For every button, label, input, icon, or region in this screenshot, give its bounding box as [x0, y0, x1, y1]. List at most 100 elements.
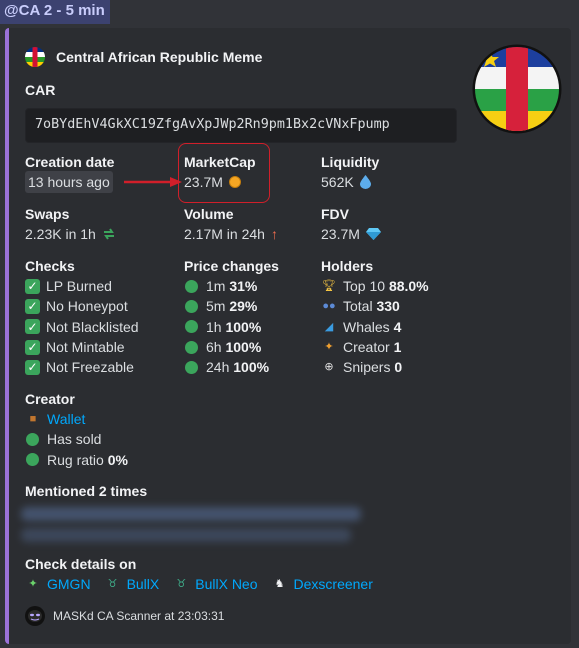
channel-tag[interactable]: @CA 2 - 5 min — [0, 0, 110, 24]
token-embed: Central African Republic Meme CAR 7oBYdE… — [5, 28, 571, 644]
creation-date-value: 13 hours ago — [25, 171, 113, 193]
creation-date-label: Creation date — [25, 154, 115, 170]
holder-stat-name: Total — [343, 298, 373, 315]
car-flag-thumbnail — [472, 44, 562, 134]
green-circle-icon — [26, 453, 39, 467]
checkmark-icon: ✓ — [25, 359, 40, 375]
bullx-neo-link[interactable]: BullX Neo — [195, 574, 257, 594]
mentioned-label: Mentioned 2 times — [25, 483, 148, 499]
price-changes-field: Price changes 1m 31% 5m 29% 1h 100% 6h 1… — [184, 256, 279, 377]
briefcase-icon: ■ — [29, 413, 37, 425]
holders-label: Holders — [321, 258, 374, 274]
diamond-icon — [365, 228, 381, 240]
swaps-value: 2.23K in 1h — [25, 226, 96, 242]
sniper-icon: ⊕ — [324, 361, 334, 374]
price-change-value: 31% — [229, 278, 258, 294]
checkmark-icon: ✓ — [25, 278, 40, 294]
price-change-value: 100% — [225, 318, 262, 335]
price-change-value: 100% — [225, 338, 262, 355]
up-arrow-icon: ↑ — [270, 226, 278, 242]
green-circle-icon — [185, 279, 198, 293]
has-sold-text: Has sold — [47, 431, 102, 448]
price-changes-label: Price changes — [184, 258, 279, 274]
check-details-label: Check details on — [25, 556, 137, 572]
swap-arrows-icon — [102, 227, 116, 241]
check-item: Not Blacklisted — [46, 318, 139, 335]
bullx-link[interactable]: BullX — [127, 574, 160, 594]
price-period: 1m — [206, 278, 226, 294]
dexscreener-icon: ♞ — [274, 578, 285, 590]
volume-field: Volume 2.17M in 24h ↑ — [184, 204, 278, 244]
liquidity-field: Liquidity 562K — [321, 152, 379, 192]
creation-date-field: Creation date 13 hours ago — [25, 152, 115, 193]
car-flag-icon — [25, 47, 45, 67]
check-item: Not Mintable — [46, 338, 125, 355]
liquidity-label: Liquidity — [321, 154, 380, 170]
holder-stat-name: Creator — [343, 338, 390, 355]
green-circle-icon — [185, 320, 198, 334]
check-item: LP Burned — [46, 278, 112, 294]
checks-label: Checks — [25, 258, 75, 274]
bullx-icon: ♉︎ — [107, 578, 118, 590]
embed-author: Central African Republic Meme — [25, 47, 262, 67]
holder-stat-value: 4 — [393, 318, 402, 335]
volume-label: Volume — [184, 206, 234, 222]
mentioned-field: Mentioned 2 times — [25, 481, 147, 501]
author-name[interactable]: Central African Republic Meme — [56, 49, 262, 65]
holder-stat-value: 0 — [394, 359, 403, 376]
bullx-neo-icon: ♉︎ — [176, 578, 187, 590]
dexscreener-link[interactable]: Dexscreener — [294, 574, 373, 594]
whale-icon: ◢ — [324, 320, 334, 333]
checkmark-icon: ✓ — [25, 319, 40, 335]
embed-footer: MASKd CA Scanner at 23:03:31 — [25, 606, 224, 626]
holders-field: Holders 🏆︎ Top 10 88.0% ●● Total 330 ◢ Whal… — [321, 256, 429, 377]
holder-stat-name: Top 10 — [343, 278, 386, 294]
fdv-field: FDV 23.7M — [321, 204, 381, 244]
mask-icon — [25, 606, 45, 626]
rug-ratio-value: 0% — [107, 451, 128, 468]
blurred-mentions — [21, 528, 351, 542]
check-item: Not Freezable — [46, 359, 134, 376]
swaps-field: Swaps 2.23K in 1h — [25, 204, 116, 244]
price-period: 5m — [206, 298, 226, 315]
liquidity-value: 562K — [321, 174, 354, 190]
contract-address-code[interactable]: 7oBYdEhV4GkXC19ZfgAvXpJWp2Rn9pm1Bx2cVNxF… — [25, 108, 457, 143]
fdv-label: FDV — [321, 206, 349, 222]
green-circle-icon — [185, 360, 198, 374]
red-arrow-annotation — [124, 177, 182, 187]
green-circle-icon — [185, 299, 198, 313]
people-icon: ●● — [322, 300, 336, 313]
green-circle-icon — [185, 340, 198, 354]
creator-icon: ✦ — [324, 340, 334, 353]
price-period: 6h — [206, 338, 222, 355]
volume-value: 2.17M in 24h — [184, 226, 265, 242]
wallet-link[interactable]: Wallet — [47, 409, 85, 429]
price-change-value: 100% — [233, 359, 270, 376]
holder-stat-name: Snipers — [343, 359, 391, 376]
price-period: 24h — [206, 359, 230, 376]
check-details-field: Check details on ✦ GMGN ♉︎ BullX ♉︎ BullX N… — [25, 554, 387, 594]
holder-stat-name: Whales — [343, 318, 390, 335]
holder-stat-value: 1 — [393, 338, 402, 355]
blurred-mentions — [21, 507, 361, 521]
checkmark-icon: ✓ — [25, 298, 40, 314]
rug-ratio-label: Rug ratio — [47, 451, 104, 468]
creator-label: Creator — [25, 391, 75, 407]
swaps-label: Swaps — [25, 206, 70, 222]
checkmark-icon: ✓ — [25, 339, 40, 355]
check-item: No Honeypot — [46, 298, 128, 315]
price-change-value: 29% — [229, 298, 258, 315]
gmgn-icon: ✦ — [28, 578, 38, 590]
fdv-value: 23.7M — [321, 226, 360, 242]
holder-stat-value: 88.0% — [388, 278, 429, 294]
green-circle-icon — [26, 432, 39, 446]
price-period: 1h — [206, 318, 222, 335]
token-symbol: CAR — [25, 82, 56, 98]
droplet-icon — [359, 175, 371, 189]
creator-field: Creator ■ Wallet Has sold Rug ratio 0% — [25, 389, 128, 470]
gmgn-link[interactable]: GMGN — [47, 574, 91, 594]
checks-field: Checks ✓ LP Burned ✓ No Honeypot ✓ Not Blac… — [25, 256, 139, 377]
holder-stat-value: 330 — [376, 298, 400, 315]
market-cap-highlight — [178, 143, 270, 203]
footer-text: MASKd CA Scanner at 23:03:31 — [53, 609, 225, 623]
